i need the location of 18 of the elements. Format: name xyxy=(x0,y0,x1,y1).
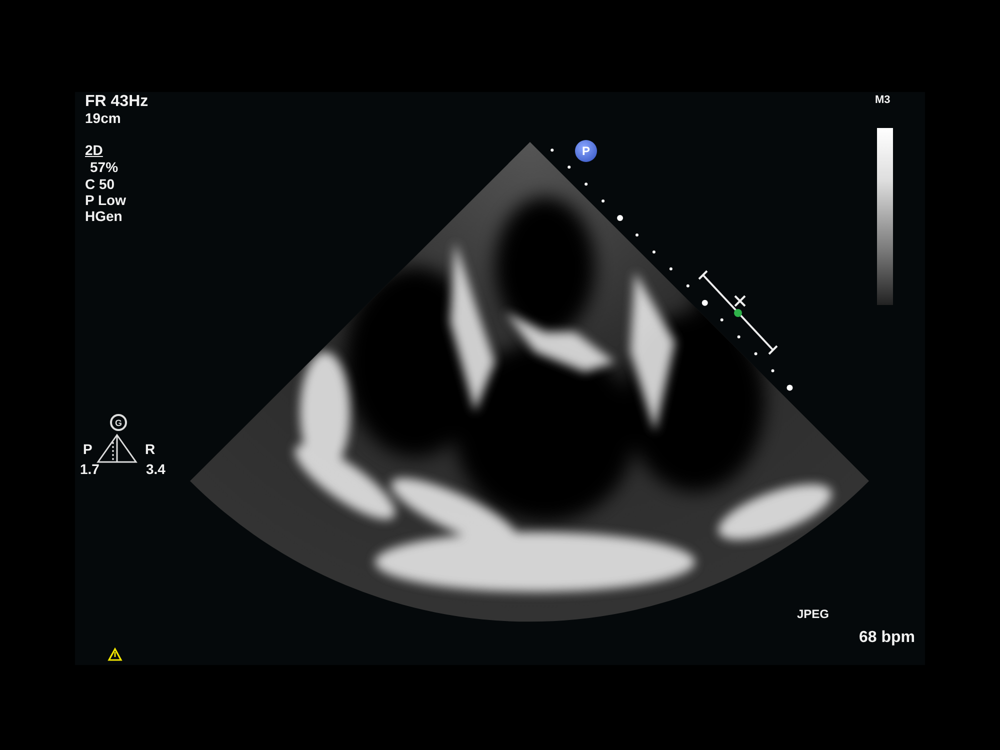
power-label: P Low xyxy=(85,193,126,207)
orientation-marker: P xyxy=(575,140,597,162)
format-label: JPEG xyxy=(797,608,830,620)
mode-label: 2D xyxy=(85,143,103,157)
heart-rate-label: 68 bpm xyxy=(859,630,916,646)
frequency-label: HGen xyxy=(85,209,122,223)
left-value: 1.7 xyxy=(80,462,100,476)
focus-badge: G xyxy=(110,414,127,431)
compress-label: C 50 xyxy=(85,177,115,191)
gain-label: 57% xyxy=(90,160,118,174)
right-value: 3.4 xyxy=(146,462,166,476)
triangle-icon xyxy=(96,434,138,463)
grayscale-map-label: M3 xyxy=(875,95,890,106)
right-label: R xyxy=(145,442,156,456)
frame-rate-label: FR 43Hz xyxy=(85,94,148,110)
left-label: P xyxy=(83,442,92,456)
warning-icon xyxy=(108,647,122,661)
depth-label: 19cm xyxy=(85,111,121,125)
